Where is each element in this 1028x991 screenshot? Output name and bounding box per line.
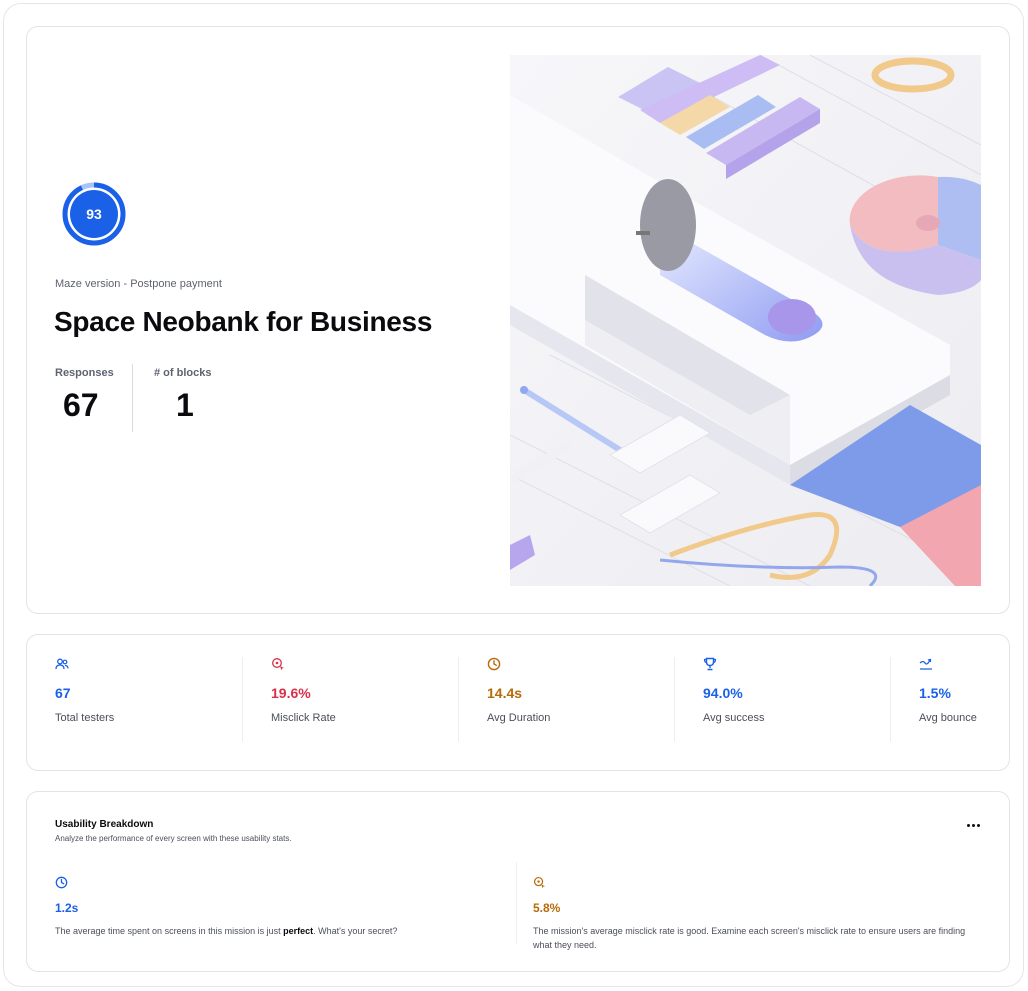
misclick-rate-label: Misclick Rate — [271, 712, 336, 724]
blocks-metric: # of blocks 1 — [154, 367, 211, 424]
stat-misclick-rate: 19.6% Misclick Rate — [243, 657, 459, 742]
stat-avg-duration: 14.4s Avg Duration — [459, 657, 675, 742]
usability-breakdown-card: Usability Breakdown Analyze the performa… — [26, 791, 1010, 972]
avg-bounce-label: Avg bounce — [919, 712, 977, 724]
usability-score-value: 93 — [86, 206, 102, 222]
users-icon — [55, 658, 69, 670]
breakdown-subtitle: Analyze the performance of every screen … — [55, 834, 292, 843]
hero-illustration — [510, 55, 981, 586]
responses-label: Responses — [55, 367, 114, 379]
stat-avg-bounce: 1.5% Avg bounce — [891, 657, 1009, 742]
abstract-3d-illustration — [510, 55, 981, 586]
avg-bounce-value: 1.5% — [919, 685, 951, 701]
page-title: Space Neobank for Business — [54, 306, 433, 337]
clock-icon — [487, 657, 501, 671]
breakdown-title: Usability Breakdown — [55, 819, 154, 830]
misclick-icon — [272, 658, 284, 671]
avg-success-value: 94.0% — [703, 685, 743, 701]
blocks-label: # of blocks — [154, 367, 212, 379]
total-testers-value: 67 — [55, 685, 71, 701]
trophy-icon — [703, 657, 717, 671]
stat-avg-success: 94.0% Avg success — [675, 657, 891, 742]
clock-icon — [55, 876, 68, 889]
more-options-button[interactable] — [962, 816, 984, 834]
dot-icon — [976, 823, 980, 827]
breakdown-misclick-text: The mission's average misclick rate is g… — [533, 926, 966, 950]
usability-score-badge: 93 — [62, 182, 126, 246]
metric-divider — [132, 364, 133, 432]
breakdown-duration-value: 1.2s — [55, 901, 79, 915]
avg-duration-label: Avg Duration — [487, 712, 551, 724]
misclick-rate-value: 19.6% — [271, 685, 311, 701]
breakdown-duration: 1.2s The average time spent on screens i… — [55, 862, 517, 944]
breakdown-duration-text: The average time spent on screens in thi… — [55, 926, 398, 936]
stats-card: 67 Total testers 19.6% Misclick Rate 14.… — [26, 634, 1010, 771]
blocks-value: 1 — [176, 387, 194, 423]
responses-value: 67 — [63, 387, 99, 423]
avg-duration-value: 14.4s — [487, 685, 523, 701]
breakdown-misclick-value: 5.8% — [533, 901, 561, 915]
stat-total-testers: 67 Total testers — [27, 657, 243, 742]
avg-success-label: Avg success — [703, 712, 765, 724]
misclick-icon — [533, 876, 546, 889]
dot-icon — [966, 823, 970, 827]
overview-card: 93 Maze version - Postpone payment Space… — [26, 26, 1010, 614]
bounce-icon — [919, 658, 932, 670]
dot-icon — [971, 823, 975, 827]
responses-metric: Responses 67 — [55, 367, 114, 424]
page-frame: 93 Maze version - Postpone payment Space… — [3, 3, 1024, 987]
total-testers-label: Total testers — [55, 712, 115, 724]
breakdown-misclick: 5.8% The mission's average misclick rate… — [533, 862, 983, 950]
maze-version-label: Maze version - Postpone payment — [55, 278, 222, 290]
